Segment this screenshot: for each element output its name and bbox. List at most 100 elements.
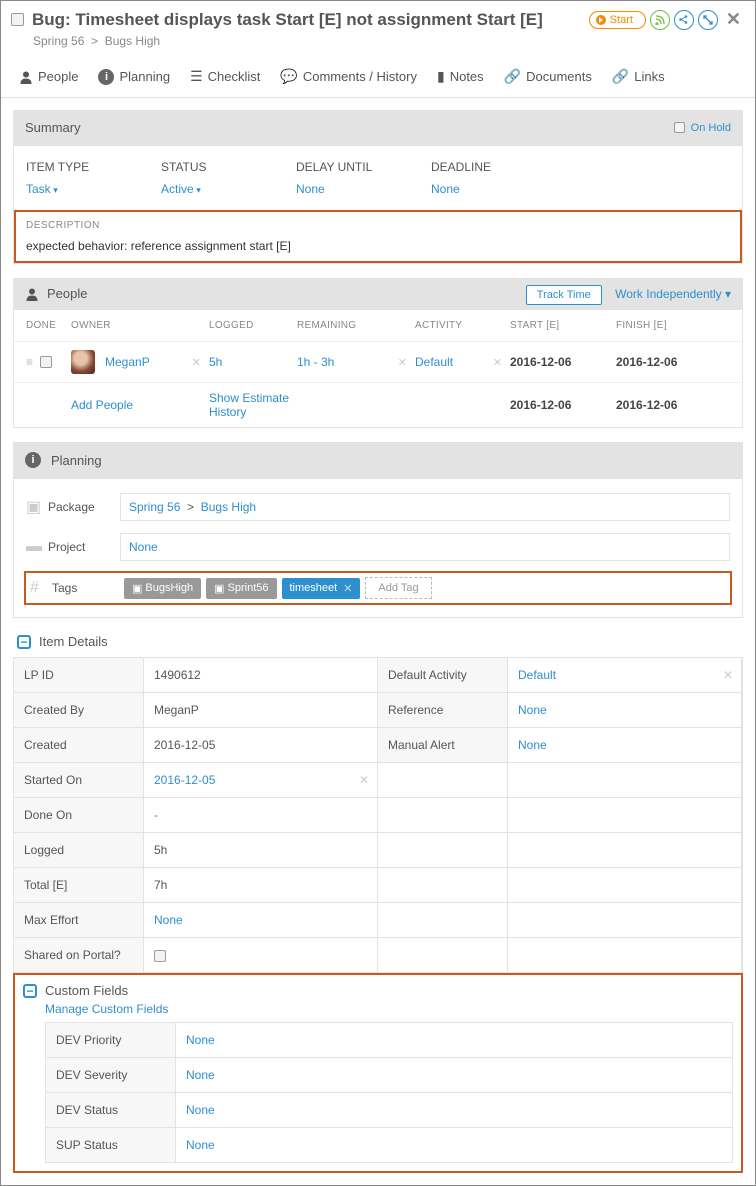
tab-checklist[interactable]: ☰Checklist — [180, 62, 270, 91]
detail-value: MeganP — [144, 693, 378, 727]
col-logged: LOGGED — [209, 320, 297, 331]
people-row: ≡ MeganP✕ 5h 1h - 3h✕ Default✕ 2016-12-0… — [14, 341, 742, 382]
show-estimate-link[interactable]: Show Estimate History — [209, 391, 289, 419]
detail-row: Max EffortNone — [14, 903, 378, 938]
custom-field-row: DEV SeverityNone — [46, 1058, 732, 1093]
detail-label — [378, 763, 508, 797]
add-tag-input[interactable]: Add Tag — [365, 577, 431, 599]
logged-value[interactable]: 5h — [209, 355, 297, 369]
tag-chip[interactable]: timesheet✕ — [282, 578, 361, 599]
add-people-link[interactable]: Add People — [71, 398, 133, 412]
play-icon — [596, 15, 606, 25]
col-activity: ACTIVITY — [415, 320, 510, 331]
close-icon[interactable]: ✕ — [722, 9, 745, 30]
item-type-value[interactable]: Task — [26, 182, 161, 196]
detail-value[interactable]: Default✕ — [508, 658, 742, 692]
tab-links[interactable]: 🔗Links — [602, 62, 675, 91]
manage-custom-fields-link[interactable]: Manage Custom Fields — [45, 1002, 168, 1016]
detail-value[interactable]: None — [508, 693, 742, 727]
item-checkbox[interactable] — [11, 13, 24, 26]
custom-field-label: SUP Status — [46, 1128, 176, 1162]
deadline-label: DEADLINE — [431, 160, 566, 174]
status-value[interactable]: Active — [161, 182, 296, 196]
activity-value[interactable]: Default — [415, 355, 453, 369]
detail-label: Reference — [378, 693, 508, 727]
portal-checkbox[interactable] — [154, 950, 166, 962]
breadcrumb-sep: > — [91, 34, 98, 48]
detail-value — [144, 938, 378, 972]
detail-value[interactable]: 2016-12-05✕ — [144, 763, 378, 797]
planning-title: Planning — [51, 453, 102, 468]
remove-owner-icon[interactable]: ✕ — [192, 356, 209, 369]
list-icon: ☰ — [190, 68, 203, 85]
tag-chip[interactable]: ▣ BugsHigh — [124, 578, 201, 599]
tab-notes[interactable]: ▮Notes — [427, 62, 494, 91]
summary-title: Summary — [25, 120, 81, 135]
start-label: Start — [610, 14, 633, 26]
detail-value[interactable]: - — [144, 798, 378, 832]
breadcrumb: Spring 56 > Bugs High — [1, 34, 755, 56]
detail-row: Default ActivityDefault✕ — [378, 658, 742, 693]
custom-field-label: DEV Priority — [46, 1023, 176, 1057]
tab-people[interactable]: People — [9, 62, 88, 91]
on-hold-toggle[interactable]: On Hold — [674, 122, 731, 134]
breadcrumb-1[interactable]: Spring 56 — [33, 34, 84, 48]
tab-comments[interactable]: 💬Comments / History — [270, 62, 427, 91]
remaining-value[interactable]: 1h - 3h — [297, 355, 334, 369]
clear-remaining-icon[interactable]: ✕ — [398, 356, 415, 369]
project-value[interactable]: None — [120, 533, 730, 561]
share-icon[interactable] — [674, 10, 694, 30]
start-date: 2016-12-06 — [510, 355, 616, 369]
package-value[interactable]: Spring 56 > Bugs High — [120, 493, 730, 521]
detail-value — [508, 938, 742, 972]
done-checkbox[interactable] — [40, 356, 52, 368]
detail-row — [378, 938, 742, 972]
detail-value — [508, 798, 742, 832]
detail-label: Created By — [14, 693, 144, 727]
tag-chip[interactable]: ▣ Sprint56 — [206, 578, 276, 599]
tab-documents[interactable]: 🔗Documents — [494, 62, 602, 91]
detail-label — [378, 833, 508, 867]
work-independently-dropdown[interactable]: Work Independently ▾ — [615, 287, 731, 301]
collapse-icon[interactable]: − — [23, 984, 37, 998]
expand-icon[interactable] — [698, 10, 718, 30]
item-details-table: LP ID1490612Created ByMeganPCreated2016-… — [13, 657, 743, 973]
custom-field-value[interactable]: None — [176, 1058, 732, 1092]
package-icon: ▣ — [26, 497, 48, 517]
col-finish: FINISH [E] — [616, 320, 716, 331]
comment-icon: 💬 — [280, 68, 297, 85]
detail-value[interactable]: None — [144, 903, 378, 937]
detail-row: Shared on Portal? — [14, 938, 378, 972]
custom-field-value[interactable]: None — [176, 1023, 732, 1057]
tab-planning[interactable]: iPlanning — [88, 62, 180, 91]
rss-icon[interactable] — [650, 10, 670, 30]
clear-icon[interactable]: ✕ — [723, 668, 733, 682]
clear-activity-icon[interactable]: ✕ — [493, 356, 510, 369]
detail-label: Done On — [14, 798, 144, 832]
detail-label: Started On — [14, 763, 144, 797]
delay-value[interactable]: None — [296, 182, 431, 196]
status-label: STATUS — [161, 160, 296, 174]
tags-row: # Tags ▣ BugsHigh ▣ Sprint56 timesheet✕ … — [24, 571, 732, 605]
breadcrumb-2[interactable]: Bugs High — [105, 34, 160, 48]
custom-field-value[interactable]: None — [176, 1128, 732, 1162]
detail-value[interactable]: None — [508, 728, 742, 762]
col-done: DONE — [26, 320, 71, 331]
drag-handle-icon[interactable]: ≡ — [26, 355, 33, 369]
remove-tag-icon[interactable]: ✕ — [343, 582, 352, 595]
detail-row: Logged5h — [14, 833, 378, 868]
detail-row — [378, 903, 742, 938]
detail-label: Total [E] — [14, 868, 144, 902]
owner-name[interactable]: MeganP — [105, 355, 150, 369]
detail-label: Created — [14, 728, 144, 762]
description-box: DESCRIPTION expected behavior: reference… — [14, 210, 742, 263]
description-text[interactable]: expected behavior: reference assignment … — [26, 239, 730, 253]
track-time-button[interactable]: Track Time — [526, 285, 602, 305]
col-remaining: REMAINING — [297, 320, 415, 331]
custom-field-row: SUP StatusNone — [46, 1128, 732, 1162]
description-label: DESCRIPTION — [26, 220, 730, 231]
clear-icon[interactable]: ✕ — [359, 773, 369, 787]
collapse-icon[interactable]: − — [17, 635, 31, 649]
deadline-value[interactable]: None — [431, 182, 566, 196]
start-button[interactable]: Start — [589, 11, 646, 29]
